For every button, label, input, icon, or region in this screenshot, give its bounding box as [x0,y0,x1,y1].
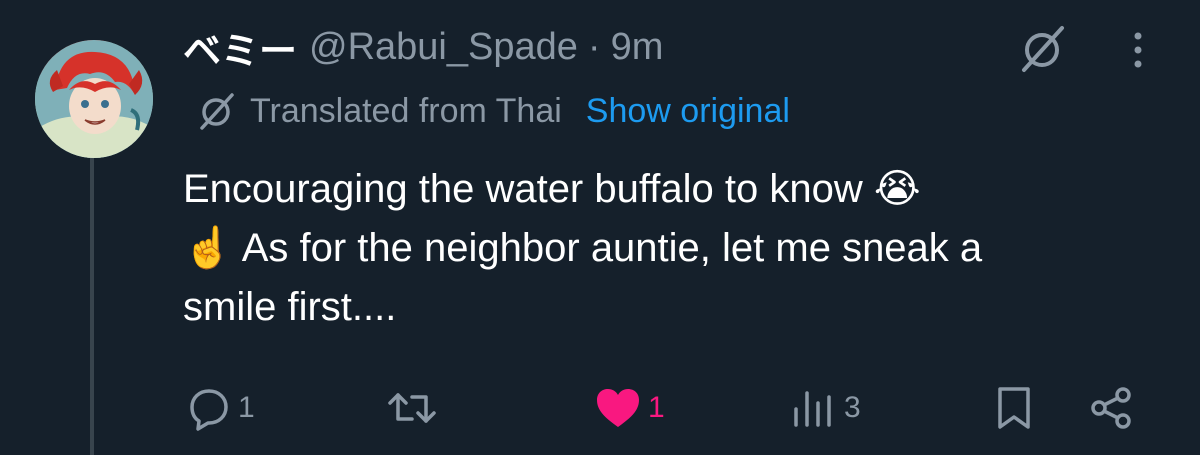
avatar-image [35,40,153,158]
show-original-link[interactable]: Show original [586,92,790,131]
translate-icon [200,93,234,130]
like-count: 1 [648,391,665,424]
share-button[interactable] [1088,380,1134,436]
author-display-name[interactable]: ベミー [183,20,297,75]
translated-from-label: Translated from Thai [250,91,562,130]
bookmark-button[interactable] [994,380,1034,436]
views-count: 3 [844,391,861,424]
avatar[interactable] [35,40,153,158]
timestamp[interactable]: 9m [611,26,664,69]
like-button[interactable]: 1 [594,380,665,436]
tweet-header: ベミー @Rabui_Spade · 9m [183,20,664,75]
bookmark-icon [998,387,1030,429]
retweet-button[interactable] [386,380,444,436]
retweet-icon [388,393,436,423]
tweet-text: Encouraging the water buffalo to know 😭 … [183,160,1173,337]
reply-icon [190,389,228,431]
author-handle[interactable]: @Rabui_Spade [309,26,578,69]
views-button[interactable]: 3 [790,380,861,436]
tweet-text-line: smile first.... [183,285,397,329]
tweet-text-line: Encouraging the water buffalo to know 😭 [183,167,921,211]
like-icon [597,389,639,427]
views-icon [794,391,831,427]
tweet-actions: 1 1 3 [0,380,1200,436]
tweet-text-line: ☝️ As for the neighbor auntie, let me sn… [183,226,983,270]
separator-dot: · [587,25,601,68]
reply-button[interactable]: 1 [186,380,255,436]
share-icon [1091,387,1131,429]
grok-icon[interactable] [1016,22,1068,74]
more-icon[interactable] [1126,30,1150,70]
translation-row: Translated from Thai Show original [196,88,790,134]
reply-count: 1 [238,391,255,424]
